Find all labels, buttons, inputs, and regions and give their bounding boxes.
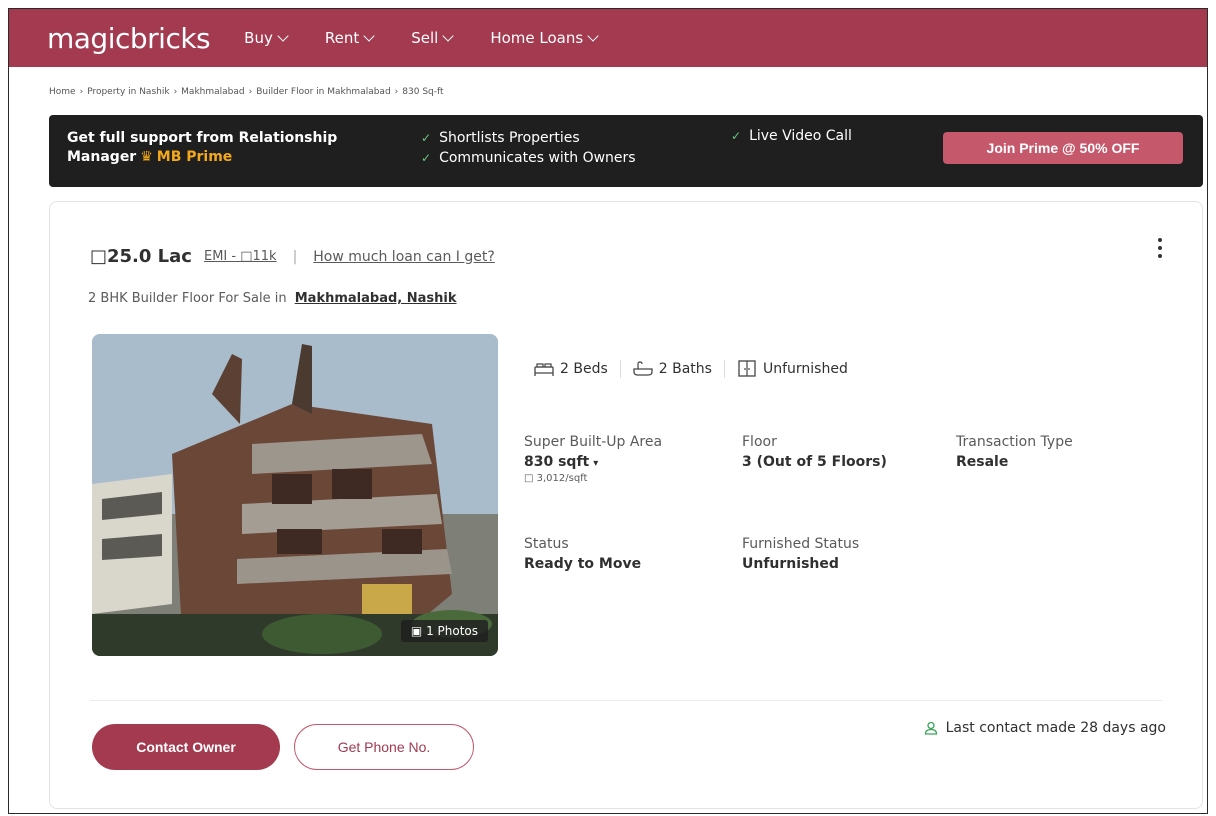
spec-label: Transaction Type [956,434,1073,450]
spec-value: Ready to Move [524,556,642,572]
listing-title: 2 BHK Builder Floor For Sale in Makhmala… [88,291,457,306]
amenities-row: 2 Beds 2 Baths Unfurnished [534,360,848,378]
nav-rent[interactable]: Rent [324,29,375,47]
loan-eligibility-link[interactable]: How much loan can I get? [313,249,494,265]
nav-home-loans[interactable]: Home Loans [490,29,599,47]
breadcrumb-separator: › [79,87,84,97]
prime-feature-communicates: ✓ Communicates with Owners [421,149,636,168]
price-row: □25.0 Lac EMI - □11k | How much loan can… [90,246,495,267]
amenity-baths-label: 2 Baths [658,361,712,377]
nav-rent-label: Rent [324,29,360,47]
spec-floor: Floor 3 (Out of 5 Floors) [742,434,887,470]
spec-label: Furnished Status [742,536,860,552]
prime-banner: Get full support from Relationship Manag… [49,115,1203,187]
prime-pitch: Get full support from Relationship Manag… [67,129,387,167]
spec-transaction-type: Transaction Type Resale [956,434,1073,470]
amenity-furnishing-label: Unfurnished [762,361,848,377]
spec-label: Floor [742,434,777,450]
chevron-down-icon [363,29,375,42]
amenity-separator [619,360,621,378]
card-divider [90,700,1162,701]
spec-super-built-up-area: Super Built-Up Area 830 sqft ▾ □ 3,012/sq… [524,434,662,484]
bath-icon [633,361,653,376]
prime-feature-video-call: ✓ Live Video Call [731,127,852,146]
spec-value: Unfurnished [742,556,839,572]
area-value[interactable]: 830 sqft ▾ [524,454,662,470]
location-link[interactable]: Makhmalabad, Nashik [295,291,457,306]
prime-feature-label: Shortlists Properties [439,130,580,146]
last-contact-info: Last contact made 28 days ago [924,720,1166,736]
nav-sell-label: Sell [411,29,439,47]
caret-down-icon: ▾ [593,458,599,469]
bed-icon [534,363,554,376]
photo-count-label: 1 Photos [426,624,478,638]
prime-pitch-line2: Manager ♛ MB Prime [67,148,387,167]
mb-prime-label: MB Prime [156,149,233,165]
top-navigation: magicbricks Buy Rent Sell Home Loans [9,9,1207,67]
spec-value: 3 (Out of 5 Floors) [742,454,887,470]
check-icon: ✓ [731,129,742,143]
spec-label: Status [524,536,569,552]
magicbricks-logo[interactable]: magicbricks [47,22,211,55]
area-value-text: 830 sqft [524,454,590,470]
nav-buy[interactable]: Buy [244,29,289,47]
prime-feature-shortlists: ✓ Shortlists Properties [421,129,580,148]
check-icon: ✓ [421,151,432,165]
amenity-baths: 2 Baths [633,361,712,377]
emi-link[interactable]: EMI - □11k [204,249,277,264]
chevron-down-icon [587,29,599,42]
building-illustration [92,334,498,656]
prime-feature-label: Communicates with Owners [439,150,636,166]
listing-title-prefix: 2 BHK Builder Floor For Sale in [88,291,287,306]
breadcrumb-builder-floor[interactable]: Builder Floor in Makhmalabad [256,87,390,97]
breadcrumb-makhmalabad[interactable]: Makhmalabad [181,87,244,97]
spec-status: Status Ready to Move [524,536,641,572]
spec-label: Super Built-Up Area [524,434,663,450]
chevron-down-icon [442,29,454,42]
user-icon [924,721,937,735]
more-options-icon[interactable] [1158,238,1164,262]
join-prime-button[interactable]: Join Prime @ 50% OFF [943,132,1183,164]
amenity-beds-label: 2 Beds [560,361,608,377]
amenity-separator [723,360,725,378]
check-icon: ✓ [421,131,432,145]
page-frame: magicbricks Buy Rent Sell Home Loans Hom… [8,8,1208,814]
last-contact-text: Last contact made 28 days ago [945,720,1166,736]
breadcrumb-property-in-nashik[interactable]: Property in Nashik [87,87,169,97]
prime-feature-label: Live Video Call [749,128,852,144]
breadcrumb-separator: › [173,87,178,97]
breadcrumb-home[interactable]: Home [49,87,76,97]
spec-value: Resale [956,454,1009,470]
amenity-beds: 2 Beds [534,361,608,377]
breadcrumb-separator: › [394,87,399,97]
wardrobe-icon [738,360,756,377]
breadcrumb-current: 830 Sq-ft [402,87,444,97]
property-photo[interactable]: ▣ 1 Photos [92,334,498,656]
breadcrumb-separator: › [248,87,253,97]
prime-pitch-manager: Manager [67,149,137,165]
breadcrumb: Home › Property in Nashik › Makhmalabad › Buil… [49,87,444,97]
prime-pitch-line1: Get full support from Relationship [67,130,338,146]
crown-icon: ♛ [140,149,153,165]
property-card: □25.0 Lac EMI - □11k | How much loan can… [49,201,1203,809]
amenity-furnishing: Unfurnished [737,360,848,378]
contact-owner-button[interactable]: Contact Owner [92,724,280,770]
price: □25.0 Lac [90,246,192,267]
nav-sell[interactable]: Sell [411,29,454,47]
chevron-down-icon [277,29,289,42]
spec-furnished-status: Furnished Status Unfurnished [742,536,859,572]
get-phone-button[interactable]: Get Phone No. [294,724,474,770]
price-per-sqft: □ 3,012/sqft [524,473,588,484]
divider: | [292,248,298,265]
nav-buy-label: Buy [244,29,273,47]
nav-home-loans-label: Home Loans [490,29,584,47]
gallery-icon: ▣ [410,624,423,638]
photo-count-badge[interactable]: ▣ 1 Photos [400,620,488,642]
